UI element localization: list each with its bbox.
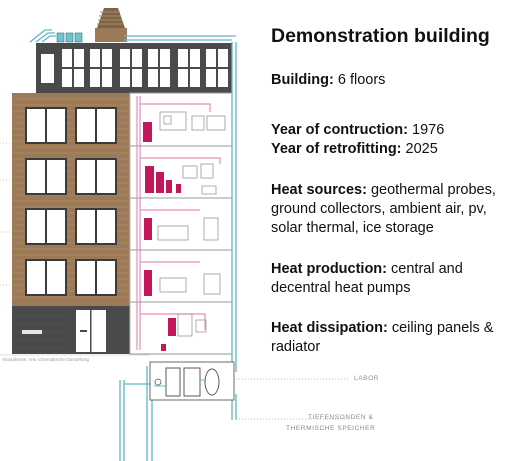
heat-sources-label: Heat sources: [271, 182, 367, 198]
heat-sources-line2: ground collectors, ambient air, pv, [271, 201, 487, 217]
probes-label-line2: THERMISCHE SPEICHER [286, 425, 376, 432]
retrofit-year-label: Year of retrofitting: [271, 141, 402, 157]
page-title: Demonstration building [271, 25, 490, 47]
roof-solar-structure [29, 8, 127, 43]
construction-year-fact: Year of contruction: 1976 [271, 120, 444, 140]
construction-year-label: Year of contruction: [271, 122, 408, 138]
heat-dissipation-value: ceiling panels & [391, 320, 494, 336]
heat-sources-line3: solar thermal, ice storage [271, 220, 434, 236]
left-guide-lines [0, 142, 10, 286]
ground-floor [12, 306, 130, 354]
heat-production-line2: decentral heat pumps [271, 280, 411, 296]
heat-dissipation-line2: radiator [271, 339, 321, 355]
labor-label: LABOR [354, 375, 380, 382]
construction-year-value: 1976 [412, 122, 445, 138]
building-fact: Building: 6 floors [271, 70, 385, 90]
heat-dissipation-fact: Heat dissipation: ceiling panels & [271, 318, 493, 338]
building-diagram [0, 8, 350, 461]
probes-label-line1: TIEFENSONDEN & [308, 414, 374, 421]
building-value: 6 floors [337, 72, 386, 88]
schematic-caption: Abstrahierte, rein schematische Darstell… [2, 357, 90, 362]
heat-production-fact: Heat production: central and [271, 259, 463, 279]
retrofit-year-value: 2025 [405, 141, 438, 157]
heat-dissipation-label: Heat dissipation: [271, 320, 388, 336]
heat-production-label: Heat production: [271, 261, 387, 277]
heat-production-value: central and [391, 261, 463, 277]
heat-sources-fact: Heat sources: geothermal probes, [271, 180, 496, 200]
retrofit-year-fact: Year of retrofitting: 2025 [271, 139, 438, 159]
heat-sources-value: geothermal probes, [370, 182, 496, 198]
building-label: Building: [271, 72, 334, 88]
basement-labor [0, 354, 350, 420]
